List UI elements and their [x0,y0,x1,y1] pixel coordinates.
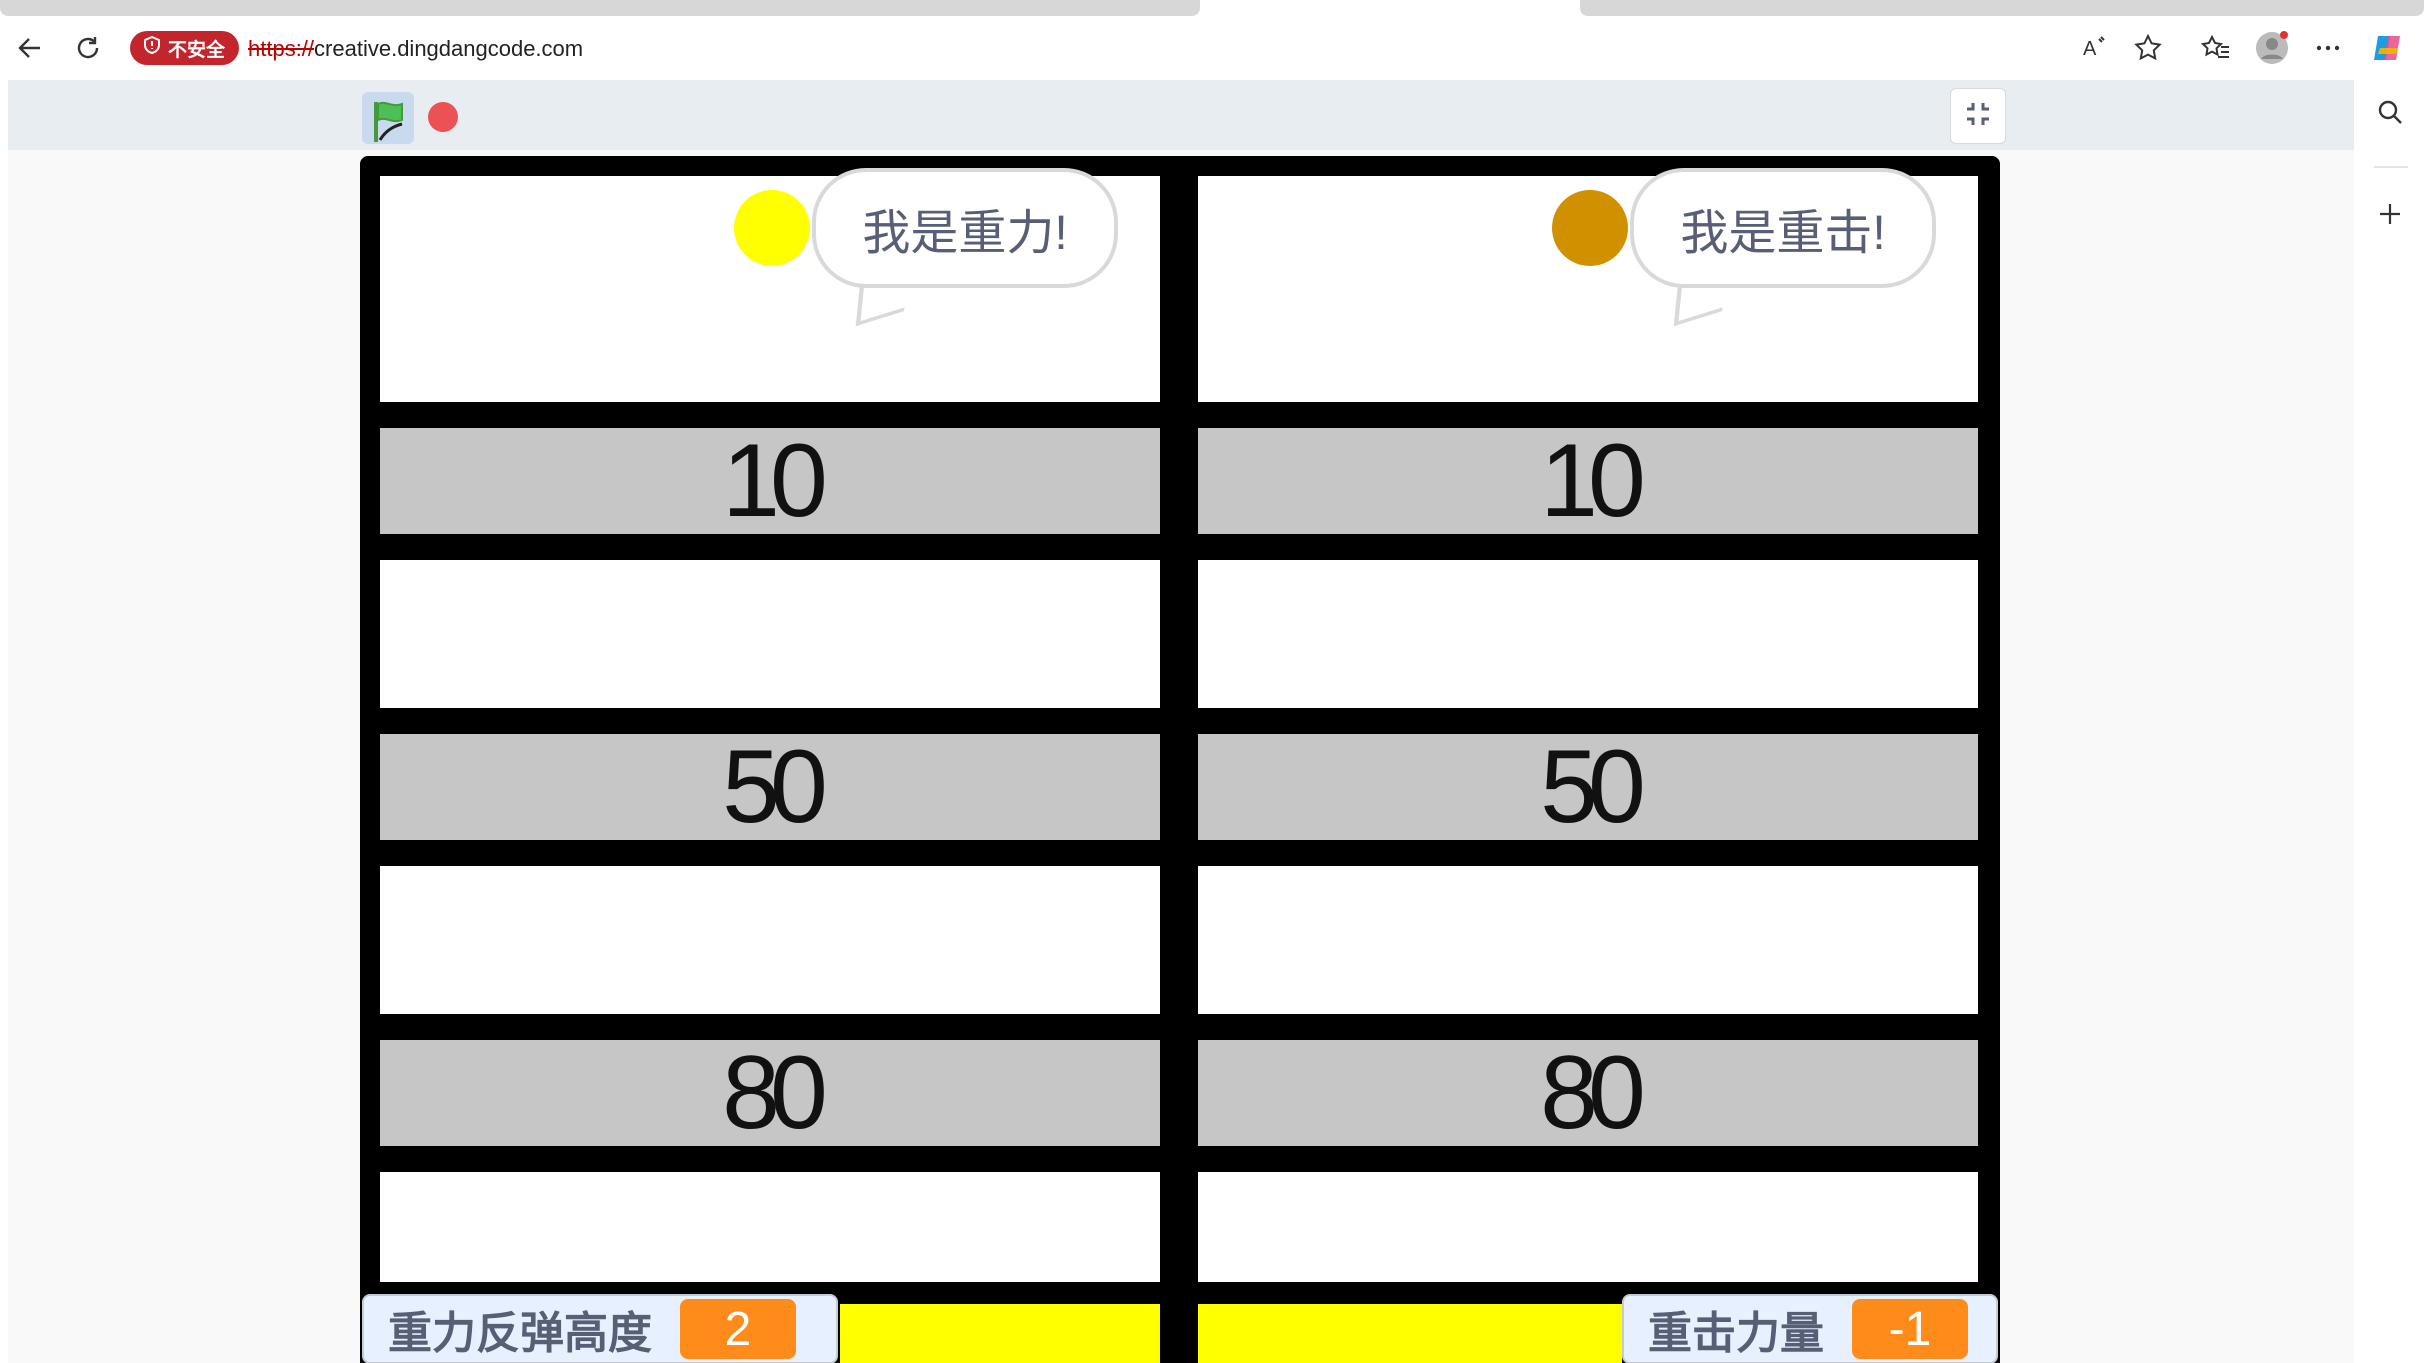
height-bar-right[interactable]: 50 [1198,729,1978,845]
green-flag-button[interactable] [362,92,414,144]
sidebar-divider [2374,166,2408,168]
gap-box-left [380,866,1160,1014]
height-bar-left[interactable]: 50 [380,729,1160,845]
security-badge[interactable]: 不安全 [130,31,240,65]
height-bar-right[interactable]: 10 [1198,423,1978,539]
gap-box-left [380,1172,1160,1282]
gap-box-right [1198,1172,1978,1282]
browser-sidebar [2356,80,2424,1363]
height-value: 80 [722,1034,828,1151]
profile-icon[interactable] [2254,30,2290,66]
star-icon[interactable] [2130,30,2166,66]
height-bar-left[interactable]: 80 [380,1035,1160,1151]
read-aloud-icon[interactable]: A [2078,30,2114,66]
green-flag-icon [368,98,414,149]
stop-button[interactable] [428,102,458,132]
tab-strip [0,0,2424,16]
search-icon[interactable] [2372,94,2408,130]
browser-toolbar: 不安全 https://creative.dingdangcode.com A [0,16,2424,80]
variable-monitor-left[interactable]: 重力反弹高度 2 [362,1294,838,1363]
tab-inactive[interactable] [1580,0,2424,16]
gap-box-left [380,560,1160,708]
speech-bubble-right: 我是重击! [1630,168,1936,288]
url-host: creative.dingdangcode.com [314,36,584,61]
stage[interactable]: 我是重力! 10 50 80 重力反弹高度 2 我是重击! 10 50 80 重… [360,156,2000,1363]
floor-yellow-left [840,1304,1160,1363]
refresh-icon[interactable] [70,30,106,66]
variable-value: 2 [680,1299,796,1359]
variable-monitor-right[interactable]: 重击力量 -1 [1622,1294,1998,1363]
speech-text-left: 我是重力! [862,207,1068,260]
back-arrow-icon[interactable] [12,30,48,66]
variable-value: -1 [1852,1299,1968,1359]
gap-box-right [1198,560,1978,708]
height-bar-left[interactable]: 10 [380,423,1160,539]
security-label: 不安全 [168,39,226,61]
svg-text:A: A [2083,38,2097,60]
variable-label: 重击力量 [1648,1309,1824,1358]
speech-text-right: 我是重击! [1680,207,1886,260]
height-value: 50 [722,728,828,845]
url-protocol: https:// [248,36,315,61]
speech-bubble-left: 我是重力! [812,168,1118,288]
copilot-icon[interactable] [2370,30,2406,66]
url-text[interactable]: https://creative.dingdangcode.com [248,36,583,62]
ball-sprite-left[interactable] [734,190,810,266]
stage-controls [8,80,2354,150]
fullscreen-exit-icon [1963,99,1993,134]
gap-box-right [1198,866,1978,1014]
height-bar-right[interactable]: 80 [1198,1035,1978,1151]
height-value: 10 [1540,422,1646,539]
shield-icon [142,35,162,61]
tab-inactive[interactable] [0,0,1200,16]
floor-yellow-right [1198,1304,1622,1363]
favorites-icon[interactable] [2198,30,2234,66]
height-value: 50 [1540,728,1646,845]
height-value: 10 [722,422,828,539]
more-icon[interactable] [2310,30,2346,66]
ball-sprite-right[interactable] [1552,190,1628,266]
address-bar[interactable]: 不安全 https://creative.dingdangcode.com [128,24,2176,72]
fullscreen-exit-button[interactable] [1950,88,2006,144]
plus-icon[interactable] [2372,196,2408,232]
height-value: 80 [1540,1034,1646,1151]
variable-label: 重力反弹高度 [388,1309,652,1358]
